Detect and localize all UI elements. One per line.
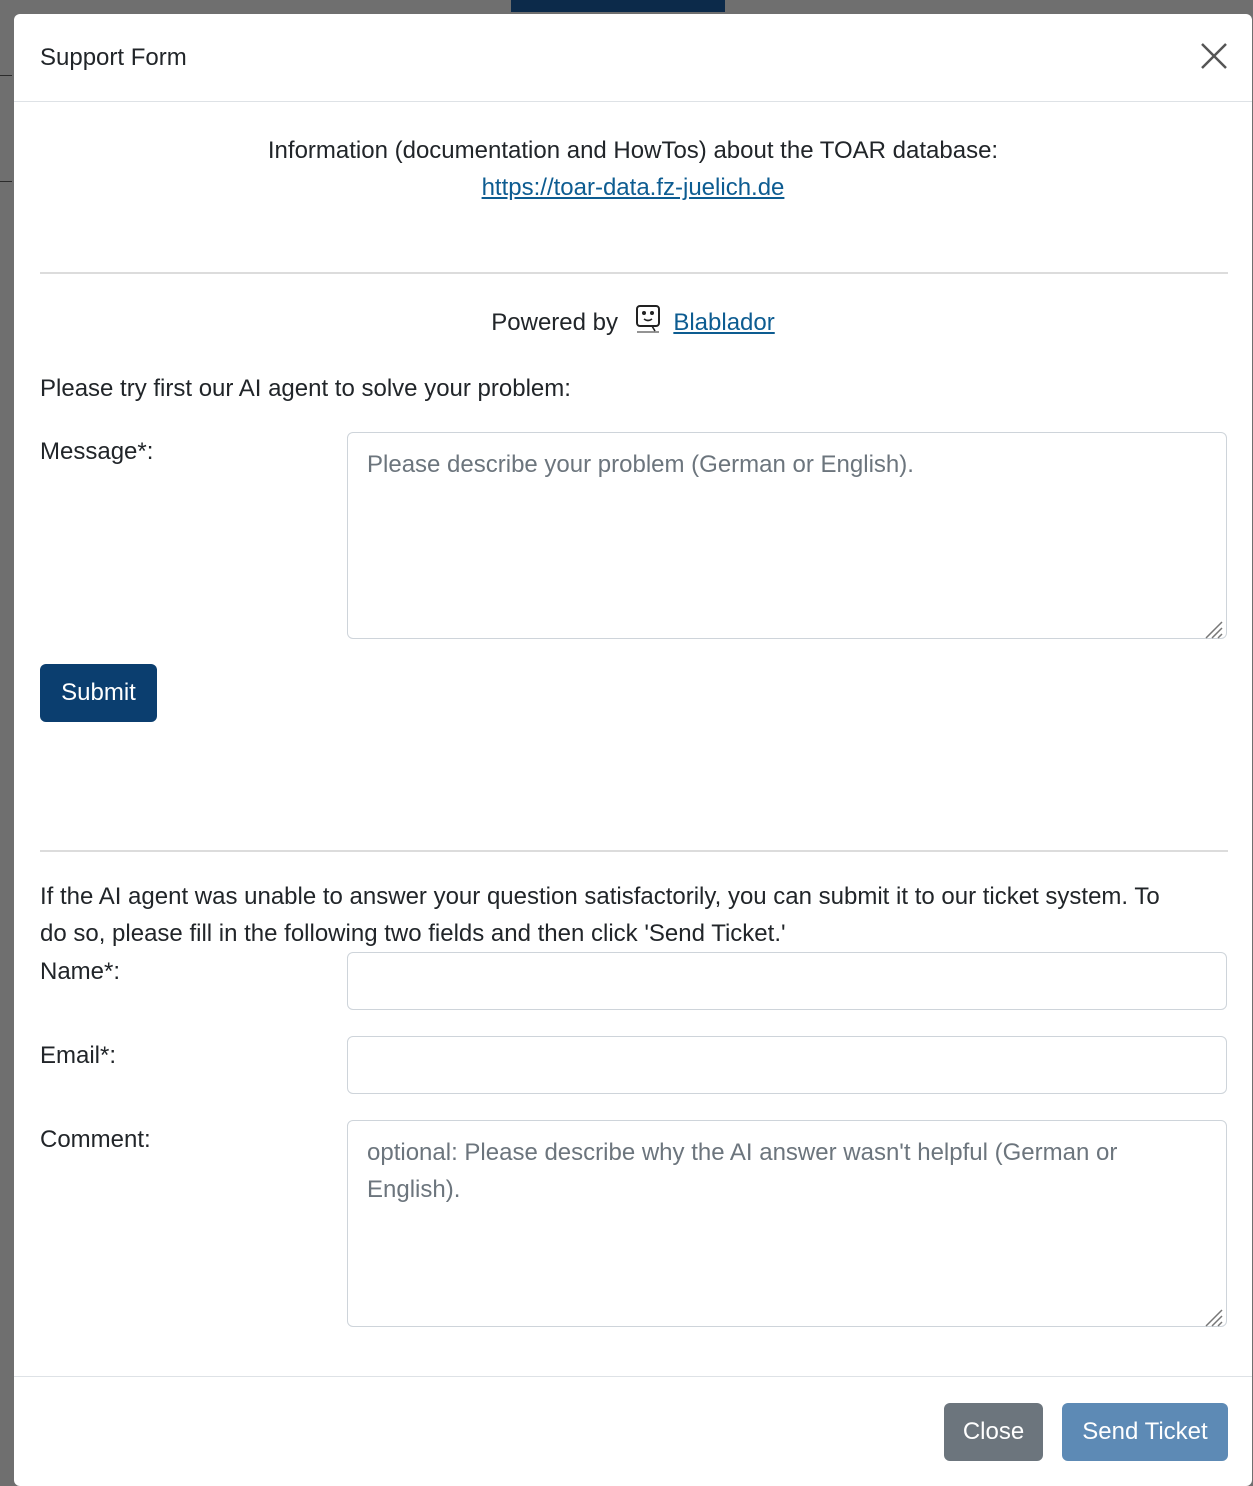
name-input[interactable] (347, 952, 1227, 1010)
modal-title: Support Form (40, 44, 187, 71)
comment-label: Comment: (40, 1126, 151, 1153)
modal-footer-divider (14, 1376, 1252, 1377)
resize-grip-icon[interactable] (1202, 1302, 1224, 1327)
divider (40, 272, 1228, 274)
backdrop-frame (0, 75, 12, 182)
message-label: Message*: (40, 438, 154, 465)
comment-placeholder-line1: optional: Please describe why the AI ans… (367, 1139, 1118, 1166)
ai-intro-text: Please try first our AI agent to solve y… (40, 375, 571, 402)
submit-button[interactable]: Submit (40, 664, 157, 722)
powered-by: Powered by Blablador (14, 304, 1252, 341)
toar-docs-link[interactable]: https://toar-data.fz-juelich.de (482, 174, 785, 201)
email-label: Email*: (40, 1042, 117, 1069)
resize-grip-icon[interactable] (1202, 614, 1224, 639)
ticket-intro-line2: do so, please fill in the following two … (40, 920, 786, 947)
divider (40, 850, 1228, 852)
ticket-intro-line1: If the AI agent was unable to answer you… (40, 883, 1160, 910)
backdrop-tab-highlight (511, 0, 725, 12)
modal-header: Support Form (14, 14, 1252, 102)
email-input[interactable] (347, 1036, 1227, 1094)
comment-textarea[interactable]: optional: Please describe why the AI ans… (347, 1120, 1227, 1327)
comment-placeholder-line2: English). (367, 1176, 461, 1203)
info-text: Information (documentation and HowTos) a… (267, 137, 999, 164)
message-placeholder: Please describe your problem (German or … (367, 451, 914, 478)
support-form-modal: Support Form Information (documentation … (14, 14, 1252, 1486)
robot-icon (635, 304, 661, 341)
close-button[interactable]: Close (944, 1403, 1043, 1461)
powered-by-label: Powered by (491, 309, 618, 336)
message-textarea[interactable]: Please describe your problem (German or … (347, 432, 1227, 639)
close-icon[interactable] (1198, 40, 1230, 72)
blablador-link[interactable]: Blablador (673, 309, 774, 336)
info-block: Information (documentation and HowTos) a… (14, 132, 1252, 206)
name-label: Name*: (40, 958, 121, 985)
send-ticket-button[interactable]: Send Ticket (1062, 1403, 1228, 1461)
